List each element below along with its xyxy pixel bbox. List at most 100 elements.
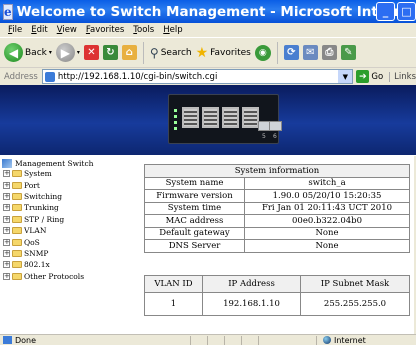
search-label: Search [160, 47, 192, 58]
vlan-ip-table: VLAN ID IP Address IP Subnet Mask 1 192.… [144, 275, 410, 316]
row-value: Fri Jan 01 20:11:43 UCT 2010 [244, 201, 410, 215]
sidebar-item-stp-ring[interactable]: + STP / Ring [0, 214, 127, 225]
favorites-star-icon: ★ [195, 44, 209, 61]
folder-icon [12, 249, 22, 257]
sidebar-item-label: Port [24, 180, 40, 190]
menu-bar: File Edit View Favorites Tools Help [0, 23, 416, 37]
header-banner: 5 6 [0, 85, 416, 155]
security-zone: Internet [334, 335, 366, 345]
sfp-port-6[interactable] [269, 121, 282, 131]
sidebar-item-system[interactable]: + System [0, 168, 127, 179]
menu-tools[interactable]: Tools [133, 25, 154, 35]
sfp-label-5: 5 [262, 133, 266, 140]
page-done-icon [3, 336, 12, 344]
page-icon [44, 71, 55, 82]
back-label: Back [25, 47, 47, 58]
folder-icon [12, 238, 22, 246]
address-dropdown-icon[interactable]: ▼ [338, 70, 353, 83]
row-value: None [244, 239, 410, 253]
expand-icon[interactable]: + [3, 249, 10, 257]
go-arrow-icon: ➔ [356, 70, 370, 83]
sidebar-item-port[interactable]: + Port [0, 179, 127, 190]
folder-icon [12, 181, 22, 189]
expand-icon[interactable]: + [3, 204, 10, 212]
table-row: Default gateway None [144, 226, 410, 240]
system-info-table: System information System name switch_a F… [144, 164, 410, 253]
sidebar-item-8021x[interactable]: + 802.1x [0, 259, 127, 270]
sidebar-item-snmp[interactable]: + SNMP [0, 248, 127, 259]
folder-icon [12, 170, 22, 178]
row-key: System time [144, 201, 245, 215]
port-1[interactable] [182, 107, 199, 128]
expand-icon[interactable]: + [3, 227, 10, 235]
search-button[interactable]: ⚲ Search [150, 46, 192, 60]
folder-icon [12, 272, 22, 280]
sidebar-item-trunking[interactable]: + Trunking [0, 202, 127, 213]
stop-icon[interactable]: ✕ [83, 45, 99, 60]
back-button[interactable]: ◀ Back ▾ [4, 43, 52, 62]
sidebar-item-label: STP / Ring [24, 214, 65, 224]
maximize-button[interactable]: □ [397, 2, 416, 21]
forward-button[interactable]: ▶ ▾ [55, 43, 80, 62]
folder-icon [12, 204, 22, 212]
minimize-button[interactable]: _ [376, 2, 395, 21]
menu-help[interactable]: Help [163, 25, 182, 35]
edit-icon[interactable]: ✎ [340, 45, 356, 60]
status-bar: Done Internet [0, 334, 416, 345]
expand-icon[interactable]: + [3, 192, 10, 200]
sidebar-item-label: SNMP [24, 248, 49, 258]
management-icon [2, 158, 12, 168]
address-label: Address [4, 71, 38, 82]
window-title: Welcome to Switch Management - Microsoft… [16, 3, 416, 20]
sidebar-item-label: VLAN [24, 226, 47, 236]
table-row: MAC address 00e0.b322.04b0 [144, 214, 410, 228]
menu-view[interactable]: View [57, 25, 77, 35]
expand-icon[interactable]: + [3, 261, 10, 269]
expand-icon[interactable]: + [3, 272, 10, 280]
history-icon[interactable]: ⟳ [283, 45, 299, 60]
sidebar-item-switching[interactable]: + Switching [0, 191, 127, 202]
links-button[interactable]: Links [389, 71, 416, 82]
expand-icon[interactable]: + [3, 215, 10, 223]
port-2[interactable] [202, 107, 219, 128]
mail-icon[interactable]: ✉ [302, 45, 318, 60]
home-icon[interactable]: ⌂ [121, 45, 137, 60]
column-header: IP Address [202, 275, 301, 293]
vlan-id-cell: 1 [144, 292, 203, 316]
address-input[interactable]: http://192.168.1.10/cgi-bin/switch.cgi ▼ [41, 69, 354, 84]
switch-front-panel-image: 5 6 [168, 94, 282, 144]
back-icon: ◀ [4, 43, 23, 62]
menu-favorites[interactable]: Favorites [86, 25, 124, 35]
expand-icon[interactable]: + [3, 238, 10, 246]
go-button[interactable]: ➔ Go [356, 70, 383, 83]
row-value: 00e0.b322.04b0 [244, 214, 410, 228]
window-title-bar[interactable]: e Welcome to Switch Management - Microso… [0, 0, 416, 23]
port-3[interactable] [222, 107, 239, 128]
column-header: IP Subnet Mask [300, 275, 410, 293]
print-icon[interactable]: ⎙ [321, 45, 337, 60]
table-row: Firmware version 1.90.0 05/20/10 15:20:35 [144, 189, 410, 203]
row-value: switch_a [244, 176, 410, 190]
sidebar-item-other-protocols[interactable]: + Other Protocols [0, 271, 127, 282]
sidebar-item-label: Other Protocols [24, 271, 85, 281]
refresh-icon[interactable]: ↻ [102, 45, 118, 60]
media-icon[interactable]: ◉ [254, 44, 271, 61]
table-row: System time Fri Jan 01 20:11:43 UCT 2010 [144, 201, 410, 215]
menu-edit[interactable]: Edit [31, 25, 47, 35]
row-key: Firmware version [144, 189, 245, 203]
favorites-button[interactable]: ★ Favorites [196, 45, 251, 61]
main-content: System information System name switch_a F… [127, 156, 416, 334]
expand-icon[interactable]: + [3, 181, 10, 189]
row-key: System name [144, 176, 245, 190]
expand-icon[interactable]: + [3, 170, 10, 178]
sidebar-item-vlan[interactable]: + VLAN [0, 225, 127, 236]
system-info-title: System information [144, 164, 410, 178]
tree-root[interactable]: Management Switch [0, 158, 127, 168]
menu-file[interactable]: File [8, 25, 22, 35]
sidebar-item-label: 802.1x [24, 260, 50, 270]
sidebar-tree: Management Switch + System + Port + Swit… [0, 156, 127, 334]
port-4[interactable] [242, 107, 259, 128]
sfp-label-6: 6 [273, 133, 277, 140]
sidebar-item-qos[interactable]: + QoS [0, 236, 127, 247]
search-icon: ⚲ [149, 45, 159, 60]
